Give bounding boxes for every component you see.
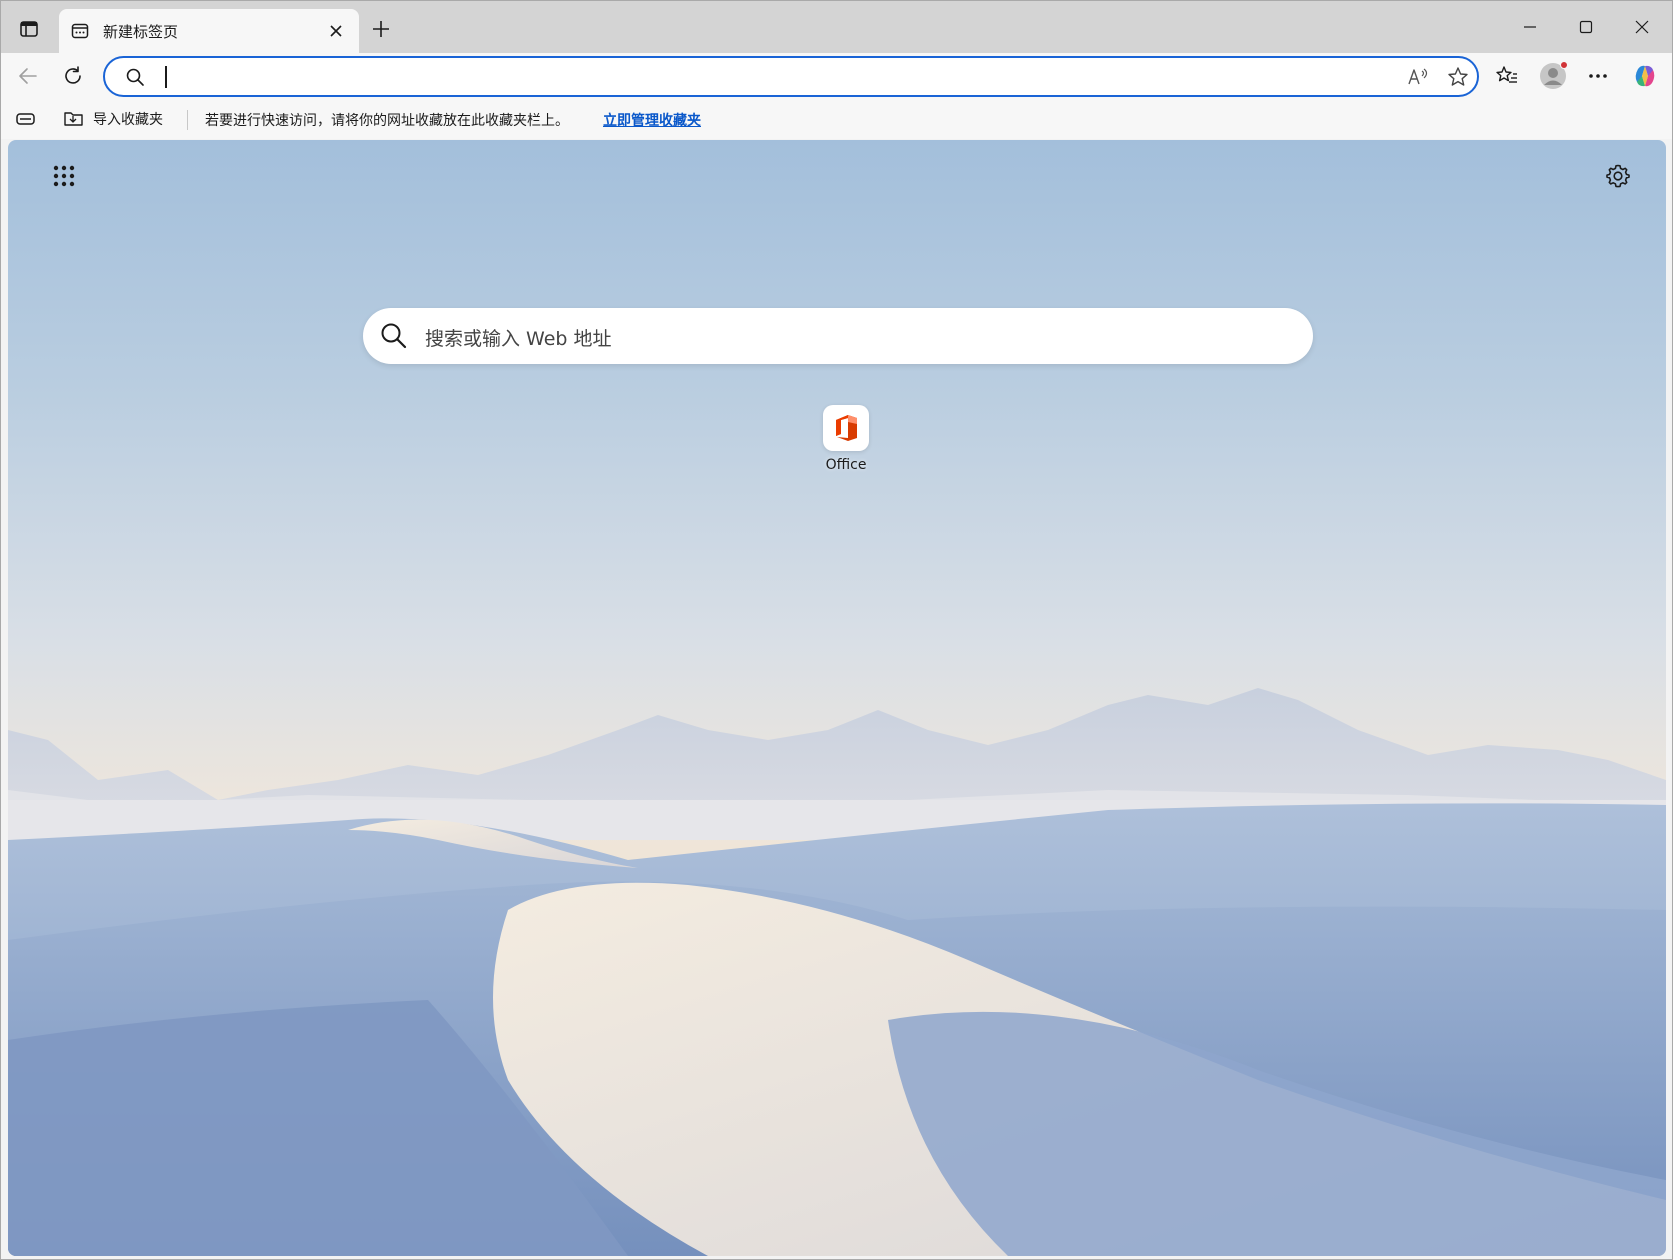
new-tab-page: 搜索或输入 Web 地址 Office <box>8 140 1666 1256</box>
window-close-button[interactable] <box>1614 1 1670 53</box>
back-arrow-icon <box>19 68 37 84</box>
navigation-toolbar <box>1 53 1672 99</box>
favorites-bar-icon <box>16 113 35 125</box>
refresh-icon <box>65 66 81 84</box>
search-icon <box>126 68 144 86</box>
page-settings-button[interactable] <box>1596 154 1640 198</box>
search-placeholder: 搜索或输入 Web 地址 <box>425 328 612 350</box>
address-bar[interactable] <box>103 56 1479 97</box>
add-favorite-button[interactable] <box>1443 63 1473 91</box>
minimize-button[interactable] <box>1502 1 1558 53</box>
app-launcher-icon <box>53 165 75 187</box>
address-input[interactable] <box>161 64 1341 90</box>
more-icon <box>1589 74 1607 78</box>
close-icon <box>1635 20 1649 34</box>
favorites-hint-text: 若要进行快速访问，请将你的网址收藏放在此收藏夹栏上。 <box>205 113 569 129</box>
quick-link-office[interactable]: Office <box>796 405 896 473</box>
minimize-icon <box>1524 26 1536 28</box>
settings-and-more-button[interactable] <box>1580 58 1616 94</box>
copilot-button[interactable] <box>1627 58 1663 94</box>
tab-title: 新建标签页 <box>103 22 179 41</box>
close-icon <box>330 25 342 37</box>
tab-new-tab[interactable]: 新建标签页 <box>59 9 359 53</box>
tab-strip: 新建标签页 <box>1 1 1672 53</box>
notification-dot <box>1560 61 1568 69</box>
import-folder-icon <box>64 112 83 126</box>
import-favorites-label: 导入收藏夹 <box>93 112 163 128</box>
plus-icon <box>373 21 389 37</box>
tab-close-button[interactable] <box>323 18 349 44</box>
maximize-button[interactable] <box>1558 1 1614 53</box>
browser-window: 新建标签页 导入收藏夹 若要进行快速访问，请将你的网址收藏放在此收藏夹栏上。 立… <box>0 0 1673 1260</box>
divider <box>187 110 188 130</box>
search-icon <box>381 323 407 349</box>
copilot-icon <box>1635 65 1655 87</box>
office-icon <box>836 415 857 441</box>
favorites-list-icon <box>1496 66 1517 83</box>
ntp-search-box[interactable]: 搜索或输入 Web 地址 <box>363 308 1313 364</box>
read-aloud-button[interactable] <box>1403 63 1433 91</box>
tab-actions-icon <box>20 21 38 37</box>
new-tab-page-icon <box>69 20 91 42</box>
star-icon <box>1448 67 1468 86</box>
read-aloud-icon <box>1408 68 1428 85</box>
refresh-button[interactable] <box>55 58 91 94</box>
back-button[interactable] <box>10 58 46 94</box>
quick-link-label: Office <box>825 457 867 473</box>
app-launcher-button[interactable] <box>42 154 86 198</box>
favorites-button[interactable] <box>1489 58 1525 94</box>
import-favorites-button[interactable]: 导入收藏夹 <box>63 107 163 131</box>
maximize-icon <box>1579 20 1593 34</box>
quick-link-tile[interactable] <box>823 405 869 451</box>
gear-icon <box>1606 164 1630 188</box>
favorites-bar: 导入收藏夹 若要进行快速访问，请将你的网址收藏放在此收藏夹栏上。 立即管理收藏夹 <box>1 99 1672 139</box>
tab-actions-button[interactable] <box>11 13 47 45</box>
manage-favorites-link[interactable]: 立即管理收藏夹 <box>603 110 701 130</box>
new-tab-button[interactable] <box>365 13 397 45</box>
profile-button[interactable] <box>1535 58 1571 94</box>
